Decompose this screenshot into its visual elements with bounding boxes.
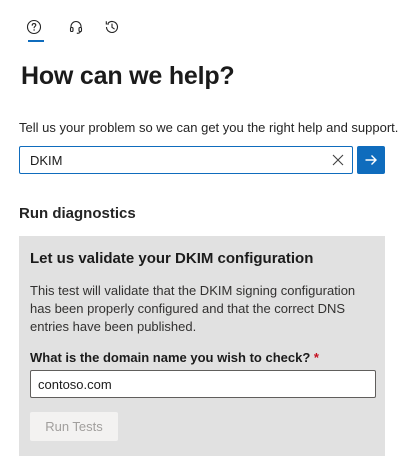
close-icon [332, 154, 344, 166]
arrow-right-icon [365, 155, 377, 165]
tab-help[interactable] [22, 12, 58, 42]
diagnostics-card: Let us validate your DKIM configuration … [19, 236, 385, 456]
run-tests-button[interactable]: Run Tests [30, 412, 118, 441]
search-description: Tell us your problem so we can get you t… [19, 120, 399, 135]
card-description: This test will validate that the DKIM si… [30, 283, 356, 334]
diagnostics-section-title: Run diagnostics [19, 205, 136, 222]
search-input[interactable] [20, 147, 324, 173]
domain-field-wrapper [30, 370, 376, 398]
card-title: Let us validate your DKIM configuration [30, 250, 314, 267]
tab-history[interactable] [94, 12, 130, 42]
search-box [19, 146, 353, 174]
history-icon [105, 20, 119, 33]
headset-icon [69, 21, 83, 34]
search-submit-button[interactable] [357, 146, 385, 174]
panel-tabs [22, 12, 130, 42]
tab-contact-support[interactable] [58, 12, 94, 42]
required-marker: * [313, 350, 319, 365]
help-circle-icon [26, 19, 42, 35]
domain-field-label: What is the domain name you wish to chec… [30, 350, 319, 365]
domain-input[interactable] [31, 371, 375, 397]
clear-search-button[interactable] [324, 147, 352, 173]
page-title: How can we help? [21, 62, 235, 90]
